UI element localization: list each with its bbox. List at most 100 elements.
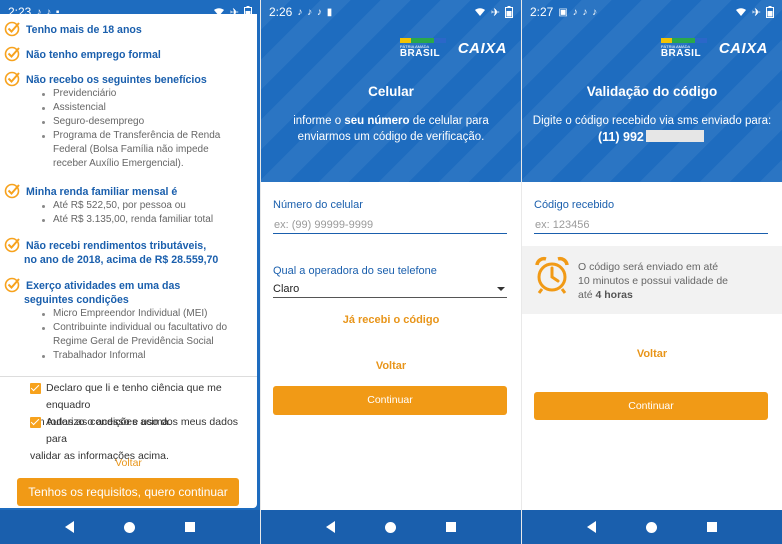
- list-item: Micro Empreendor Individual (MEI): [42, 307, 227, 321]
- tiktok-icon: ▣ ♪ ♪ ♪: [558, 6, 599, 18]
- have-code-link[interactable]: Já recebi o código: [261, 314, 521, 326]
- battery-icon: [505, 6, 513, 18]
- tiktok-icon: ♪ ♪ ♪ ▮: [297, 6, 334, 18]
- phone-number-input[interactable]: [273, 216, 507, 234]
- caixa-logo: CAIXA: [718, 40, 768, 57]
- list-item: Até R$ 3.135,00, renda familiar total: [41, 214, 214, 225]
- requirement-title-line2: seguintes condições: [24, 294, 129, 306]
- continue-button[interactable]: Continuar: [273, 386, 507, 415]
- brasil-logo: PÁTRIA AMADA BRASIL: [660, 38, 707, 59]
- page-description: informe o seu número de celular para env…: [293, 115, 489, 143]
- list-item: Trabalhador Informal: [42, 349, 227, 363]
- status-bar: 2:27 ▣ ♪ ♪ ♪ ✈: [522, 0, 782, 24]
- list-item: Seguro-desemprego: [41, 115, 220, 129]
- check-circle-icon: [4, 236, 21, 258]
- check-circle-icon: [4, 45, 21, 67]
- logos: PÁTRIA AMADA BRASIL CAIXA: [660, 38, 768, 59]
- recents-icon[interactable]: [707, 522, 717, 532]
- back-icon[interactable]: [65, 521, 74, 533]
- recents-icon[interactable]: [446, 522, 456, 532]
- airplane-icon: ✈: [229, 6, 239, 19]
- benefits-list: Previdenciário Assistencial Seguro-desem…: [33, 87, 220, 171]
- info-text: O código será enviado em até 10 minutos …: [578, 261, 729, 301]
- phone-number-label: Número do celular: [273, 199, 363, 211]
- back-icon[interactable]: [326, 521, 335, 533]
- airplane-icon: ✈: [490, 6, 500, 19]
- code-label: Código recebido: [534, 199, 615, 211]
- check-circle-icon: [4, 70, 21, 92]
- back-link[interactable]: Voltar: [0, 457, 257, 469]
- check-circle-icon: [4, 182, 21, 204]
- battery-icon: [766, 6, 774, 18]
- income-list: Até R$ 522,50, por pessoa ou Até R$ 3.13…: [33, 199, 213, 227]
- alarm-clock-icon: [534, 256, 570, 299]
- requirements-card: Tenho mais de 18 anos Não tenho emprego …: [0, 14, 257, 508]
- requirement-item: Minha renda familiar mensal é: [4, 183, 178, 199]
- battery-icon: [244, 6, 252, 18]
- status-bar: 2:26 ♪ ♪ ♪ ▮ ✈: [261, 0, 521, 24]
- continue-button[interactable]: Continuar: [534, 392, 768, 420]
- list-item-continuation: Federal (Bolsa Família não impede: [53, 144, 209, 155]
- divider: [0, 376, 257, 377]
- chevron-down-icon: [497, 286, 505, 291]
- caixa-logo: CAIXA: [457, 40, 507, 57]
- brasil-logo: PÁTRIA AMADA BRASIL: [399, 38, 446, 59]
- page-title: Validação do código: [586, 84, 718, 99]
- requirement-title: Minha renda familiar mensal é: [26, 186, 178, 198]
- home-icon[interactable]: [385, 521, 396, 533]
- continue-button[interactable]: Tenhos os requisitos, quero continuar: [17, 478, 239, 506]
- status-time: 2:27: [530, 5, 554, 19]
- android-nav-bar: [522, 510, 782, 544]
- back-link[interactable]: Voltar: [261, 360, 521, 372]
- redacted-block: [645, 130, 704, 142]
- wifi-icon: [213, 7, 225, 17]
- phone-number-masked: (11) 992: [598, 130, 644, 144]
- android-nav-bar: [261, 510, 521, 544]
- list-item: Até R$ 522,50, por pessoa ou: [41, 199, 213, 213]
- requirement-title: Não recebo os seguintes benefícios: [26, 74, 207, 86]
- requirement-title: Tenho mais de 18 anos: [26, 24, 142, 36]
- tiktok-icon: ♪ ♪ ▪: [36, 6, 61, 18]
- page-title: Celular: [368, 84, 414, 99]
- requirement-title: Não tenho emprego formal: [26, 49, 161, 61]
- requirement-item: Exerço atividades em uma das: [4, 277, 181, 293]
- code-input[interactable]: [534, 216, 768, 234]
- back-link[interactable]: Voltar: [522, 348, 782, 360]
- status-time: 2:23: [8, 5, 32, 19]
- requirement-title: Exerço atividades em uma das: [26, 280, 181, 292]
- list-item: Contribuinte individual ou facultativo d…: [42, 322, 227, 333]
- status-bar: 2:23 ♪ ♪ ▪ ✈: [0, 0, 260, 24]
- requirement-title: Não recebi rendimentos tributáveis,: [26, 240, 207, 252]
- wifi-icon: [735, 7, 747, 17]
- list-item: Previdenciário: [41, 87, 220, 101]
- wifi-icon: [474, 7, 486, 17]
- status-time: 2:26: [269, 5, 293, 19]
- airplane-icon: ✈: [751, 6, 761, 19]
- list-item-continuation: receber Auxílio Emergencial).: [53, 158, 184, 169]
- recents-icon[interactable]: [185, 522, 195, 532]
- phone-cellphone: 2:26 ♪ ♪ ♪ ▮ ✈ PÁTRIA AMADA BRASIL CAIXA…: [261, 0, 521, 544]
- home-icon[interactable]: [646, 521, 657, 533]
- requirement-item: Não tenho emprego formal: [4, 46, 161, 62]
- requirement-title-line2: no ano de 2018, acima de R$ 28.559,70: [24, 254, 219, 266]
- operator-select[interactable]: Claro: [273, 280, 507, 298]
- list-item: Assistencial: [41, 101, 220, 115]
- list-item-continuation: Regime Geral de Previdência Social: [53, 336, 214, 347]
- android-nav-bar: [0, 510, 260, 544]
- checkbox-declare[interactable]: [30, 383, 41, 394]
- operator-label: Qual a operadora do seu telefone: [273, 265, 437, 277]
- operator-value: Claro: [273, 282, 300, 295]
- requirement-item: Não recebo os seguintes benefícios: [4, 71, 207, 87]
- check-circle-icon: [4, 276, 21, 298]
- activities-list: Micro Empreendor Individual (MEI) Contri…: [33, 307, 227, 363]
- back-icon[interactable]: [587, 521, 596, 533]
- requirement-item: Tenho mais de 18 anos: [4, 21, 142, 37]
- requirement-item: Não recebi rendimentos tributáveis,: [4, 237, 207, 253]
- list-item: Programa de Transferência de Renda: [41, 130, 221, 141]
- phone-code-validation: 2:27 ▣ ♪ ♪ ♪ ✈ PÁTRIA AMADA BRASIL CAIXA…: [522, 0, 782, 544]
- page-description: Digite o código recebido via sms enviado…: [532, 115, 772, 144]
- info-box: O código será enviado em até 10 minutos …: [522, 246, 782, 314]
- logos: PÁTRIA AMADA BRASIL CAIXA: [399, 38, 507, 59]
- checkbox-authorize[interactable]: [30, 417, 41, 428]
- home-icon[interactable]: [124, 521, 135, 533]
